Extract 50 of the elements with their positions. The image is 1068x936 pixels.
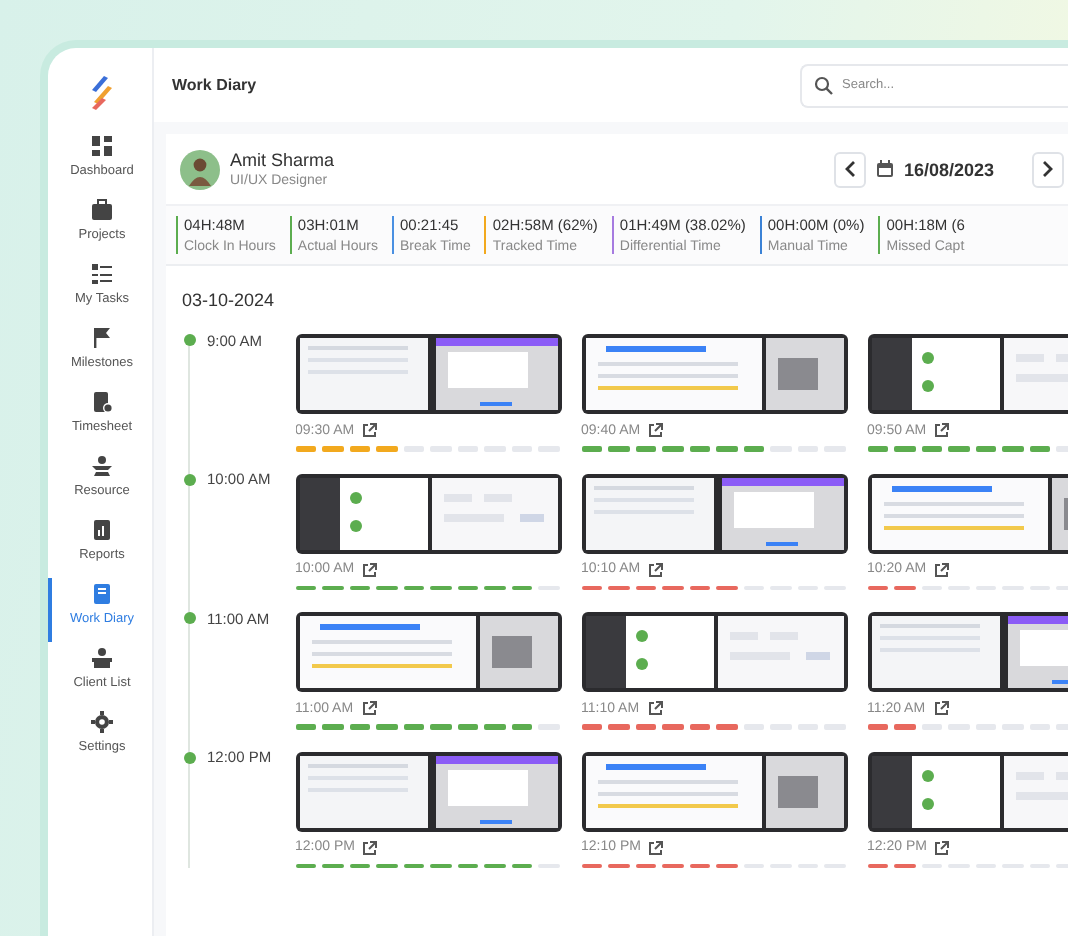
- external-link-icon: [648, 422, 665, 438]
- flag-icon: [90, 326, 114, 350]
- open-link[interactable]: [362, 561, 379, 577]
- chevron-right-icon: [1042, 160, 1054, 178]
- users-icon: [90, 646, 114, 670]
- list-icon: [90, 262, 114, 286]
- timeline-dot: [183, 612, 195, 624]
- open-link[interactable]: [362, 839, 379, 855]
- logo-icon: [86, 74, 114, 110]
- page-title: Work Diary: [172, 76, 257, 94]
- user-name: Amit Sharma: [230, 150, 335, 170]
- briefcase-icon: [90, 198, 114, 222]
- external-link-icon: [362, 839, 379, 855]
- next-button[interactable]: [1032, 151, 1064, 187]
- dashboard-icon: [90, 134, 114, 158]
- external-link-icon: [934, 839, 951, 855]
- external-link-icon: [647, 700, 664, 716]
- open-link[interactable]: [647, 700, 664, 716]
- gear-icon: [90, 710, 114, 734]
- date-heading: 03-10-2024: [182, 290, 277, 310]
- previous-button[interactable]: [833, 151, 866, 187]
- calendar-icon: [875, 160, 894, 178]
- date-text: 16/08/2023: [903, 159, 994, 179]
- book-icon: [90, 582, 114, 606]
- open-link[interactable]: [934, 561, 951, 577]
- report-icon: [90, 518, 114, 542]
- open-link[interactable]: [648, 839, 665, 855]
- open-link[interactable]: [648, 561, 665, 577]
- open-link[interactable]: [933, 700, 950, 716]
- open-link[interactable]: [361, 700, 378, 716]
- external-link-icon: [361, 700, 378, 716]
- clipboard-icon: [90, 390, 114, 414]
- external-link-icon: [933, 700, 950, 716]
- open-link[interactable]: [362, 422, 379, 438]
- external-link-icon: [362, 422, 379, 438]
- external-link-icon: [934, 561, 951, 577]
- open-link[interactable]: [648, 422, 665, 438]
- timeline-dot: [183, 751, 195, 763]
- external-link-icon: [648, 839, 665, 855]
- external-link-icon: [648, 561, 665, 577]
- open-link[interactable]: [934, 422, 951, 438]
- external-link-icon: [934, 422, 951, 438]
- open-link[interactable]: [934, 839, 951, 855]
- chevron-left-icon: [843, 160, 856, 178]
- external-link-icon: [362, 561, 379, 577]
- avatar: [180, 149, 220, 189]
- timeline-dot: [183, 334, 195, 346]
- timeline-dot: [183, 473, 195, 485]
- person-icon: [90, 454, 114, 478]
- search-icon: [814, 75, 834, 95]
